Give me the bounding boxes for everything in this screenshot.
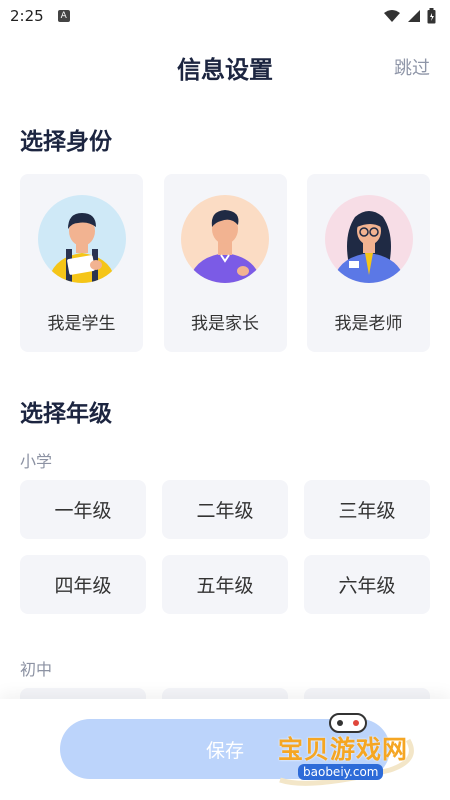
identity-card-teacher[interactable]: 我是老师 <box>307 174 430 352</box>
student-avatar <box>37 195 126 283</box>
page-title: 信息设置 <box>177 56 273 84</box>
grade-button-6[interactable]: 六年级 <box>304 555 430 614</box>
teacher-avatar <box>324 195 413 283</box>
wifi-icon <box>384 10 400 22</box>
status-bar: 2:25 A <box>0 0 450 32</box>
skip-button[interactable]: 跳过 <box>394 54 430 80</box>
status-time: 2:25 <box>10 7 44 25</box>
grade-button-2[interactable]: 二年级 <box>162 480 288 539</box>
signal-icon <box>408 10 420 22</box>
battery-icon <box>427 8 436 24</box>
identity-label-teacher: 我是老师 <box>334 314 403 334</box>
grade-button-1[interactable]: 一年级 <box>20 480 146 539</box>
watermark-url: baobeiy.com <box>298 764 384 780</box>
grade-section-title: 选择年级 <box>20 401 112 427</box>
group-label-primary: 小学 <box>20 452 53 471</box>
app-header: 信息设置 跳过 <box>0 44 450 88</box>
identity-section-title: 选择身份 <box>20 129 112 155</box>
watermark-logo: 宝贝游戏网 baobeiy.com <box>270 710 440 790</box>
grade-grid-primary: 一年级 二年级 三年级 四年级 五年级 六年级 <box>20 480 430 614</box>
grade-button-5[interactable]: 五年级 <box>162 555 288 614</box>
identity-options: 我是学生 我是家长 我是老师 <box>20 174 430 352</box>
grade-button-3[interactable]: 三年级 <box>304 480 430 539</box>
notification-icon: A <box>57 10 70 22</box>
group-label-middle: 初中 <box>20 660 53 679</box>
parent-avatar <box>181 195 269 283</box>
watermark-text: 宝贝游戏网 <box>278 735 409 764</box>
identity-label-student: 我是学生 <box>47 314 116 334</box>
identity-card-parent[interactable]: 我是家长 <box>163 174 287 352</box>
grade-button-4[interactable]: 四年级 <box>20 555 146 614</box>
identity-card-student[interactable]: 我是学生 <box>20 174 143 352</box>
identity-label-parent: 我是家长 <box>191 314 259 334</box>
